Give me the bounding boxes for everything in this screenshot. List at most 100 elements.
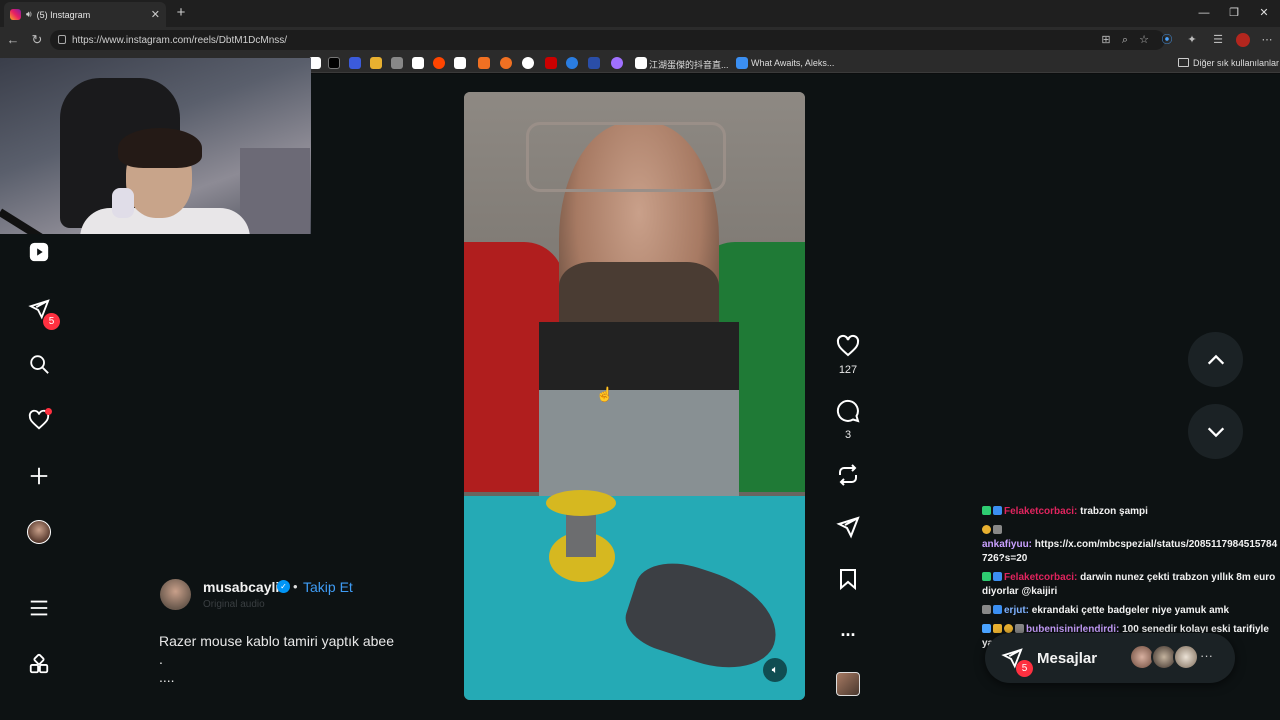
bookmark-label[interactable]: What Awaits, Aleks...: [751, 58, 834, 68]
bookmark-icon[interactable]: [522, 57, 534, 69]
chat-badge-icon: [993, 506, 1002, 515]
chat-badge-icon: [1015, 624, 1024, 633]
more-contacts-icon: ···: [1200, 648, 1213, 663]
post-caption: Razer mouse kablo tamiri yaptık abee . .…: [159, 632, 394, 686]
lock-icon: [58, 35, 66, 44]
chat-message: ankafiyuu: https://x.com/mbcspezial/stat…: [982, 524, 1278, 566]
caption-line[interactable]: ....: [159, 668, 394, 686]
settings-more-icon[interactable]: ⋯: [1260, 33, 1274, 47]
chat-badge-icon: [982, 525, 991, 534]
chat-badge-icon: [982, 605, 991, 614]
bookmark-icon[interactable]: [391, 57, 403, 69]
zoom-icon[interactable]: ⌕: [1118, 33, 1132, 47]
url-text: https://www.instagram.com/reels/DbtM1DcM…: [72, 34, 288, 46]
chat-text: ekrandaki çette badgeler niye yamuk amk: [1029, 605, 1230, 616]
bookmark-icon[interactable]: [566, 57, 578, 69]
chat-nick: Felaketcorbaci:: [1004, 572, 1078, 583]
browser-tab-bar: [0, 0, 1280, 27]
bookmark-icon[interactable]: [478, 57, 490, 69]
bookmark-icon[interactable]: [588, 57, 600, 69]
share-icon[interactable]: [836, 515, 860, 539]
author-avatar[interactable]: [160, 579, 191, 610]
more-options-icon[interactable]: ...: [836, 618, 860, 642]
search-icon[interactable]: [26, 351, 52, 377]
contact-avatar: [1173, 644, 1199, 670]
back-icon[interactable]: ←: [4, 31, 22, 49]
messages-badge: 5: [43, 313, 60, 330]
chat-message: erjut: ekrandaki çette badgeler niye yam…: [982, 604, 1278, 618]
like-heart-icon[interactable]: [836, 334, 860, 358]
messages-popup[interactable]: 5 Mesajlar ···: [985, 633, 1235, 683]
bookmark-label[interactable]: 江湖蛋傑的抖音直...: [649, 58, 729, 71]
instagram-favicon-icon: [10, 9, 21, 20]
chat-badge-icon: [993, 525, 1002, 534]
apps-grid-icon[interactable]: [26, 651, 52, 677]
audio-thumbnail[interactable]: [836, 672, 860, 696]
bookmark-icon[interactable]: [500, 57, 512, 69]
save-bookmark-icon[interactable]: [836, 567, 860, 591]
browser-tab[interactable]: 🔊︎ (5) Instagram ✕: [4, 2, 166, 27]
webcam-overlay: [0, 58, 311, 234]
chat-nick: erjut:: [1004, 605, 1029, 616]
bookmark-icon[interactable]: [545, 57, 557, 69]
favorite-star-icon[interactable]: ☆: [1137, 33, 1151, 47]
repost-icon[interactable]: [836, 463, 860, 487]
comment-icon[interactable]: [836, 399, 860, 423]
url-field[interactable]: https://www.instagram.com/reels/DbtM1DcM…: [50, 30, 1165, 50]
bookmark-icon[interactable]: [454, 57, 466, 69]
tab-title: (5) Instagram: [36, 9, 91, 20]
chat-nick: ankafiyuu:: [982, 539, 1033, 550]
notification-dot: [45, 408, 52, 415]
bookmark-tiktok-icon[interactable]: [635, 57, 647, 69]
author-username[interactable]: musabcayli: [203, 579, 279, 595]
messages-popup-badge: 5: [1016, 660, 1033, 677]
bookmark-icon[interactable]: [412, 57, 424, 69]
chat-message: Felaketcorbaci: darwin nunez çekti trabz…: [982, 571, 1278, 599]
profile-avatar[interactable]: [1236, 33, 1250, 47]
volume-icon[interactable]: 🔈︎: [763, 658, 787, 682]
profile-avatar[interactable]: [26, 519, 52, 545]
chat-badge-icon: [982, 572, 991, 581]
close-window-button[interactable]: ✕: [1252, 4, 1276, 22]
app-available-icon[interactable]: ⊞: [1099, 33, 1113, 47]
reels-icon[interactable]: [26, 239, 52, 265]
comment-count: 3: [844, 429, 852, 441]
bookmark-reddit-icon[interactable]: [433, 57, 445, 69]
bookmark-icon[interactable]: [736, 57, 748, 69]
bookmark-icon[interactable]: [370, 57, 382, 69]
chat-text: trabzon şampi: [1077, 506, 1148, 517]
restore-button[interactable]: ❐: [1222, 4, 1246, 22]
next-reel-button[interactable]: [1188, 404, 1243, 459]
bookmark-x-icon[interactable]: [328, 57, 340, 69]
chat-message: Felaketcorbaci: trabzon şampi: [982, 505, 1278, 519]
minimize-button[interactable]: —: [1192, 4, 1216, 22]
verified-badge-icon: ✓: [277, 580, 290, 593]
chat-badge-icon: [982, 506, 991, 515]
bookmark-icon[interactable]: [349, 57, 361, 69]
folder-icon: [1178, 58, 1189, 67]
audio-subline[interactable]: Original audio: [203, 599, 265, 610]
separator-dot: •: [293, 579, 298, 594]
messages-label: Mesajlar: [1037, 649, 1098, 667]
new-tab-button[interactable]: +: [172, 4, 190, 22]
messages-icon[interactable]: 5: [26, 296, 60, 330]
reel-video[interactable]: 🔈︎: [464, 92, 805, 700]
extension-icon[interactable]: ⦿: [1160, 33, 1174, 47]
chat-nick: Felaketcorbaci:: [1004, 506, 1078, 517]
like-count: 127: [838, 364, 858, 376]
menu-hamburger-icon[interactable]: [26, 595, 52, 621]
bookmark-icon[interactable]: [611, 57, 623, 69]
reload-icon[interactable]: ↻: [28, 31, 46, 49]
chat-badge-icon: [993, 624, 1002, 633]
messages-send-icon: 5: [1001, 647, 1033, 677]
notifications-heart-icon[interactable]: [26, 407, 52, 433]
create-plus-icon[interactable]: [26, 463, 52, 489]
follow-button[interactable]: Takip Et: [303, 579, 353, 595]
other-favorites-label[interactable]: Diğer sık kullanılanlar: [1193, 58, 1279, 68]
previous-reel-button[interactable]: [1188, 332, 1243, 387]
chat-badge-icon: [982, 624, 991, 633]
speaker-icon[interactable]: 🔊︎: [26, 9, 32, 20]
favorites-icon[interactable]: ☰: [1211, 33, 1225, 47]
extensions-puzzle-icon[interactable]: ✦: [1185, 33, 1199, 47]
close-tab-icon[interactable]: ✕: [151, 8, 160, 21]
